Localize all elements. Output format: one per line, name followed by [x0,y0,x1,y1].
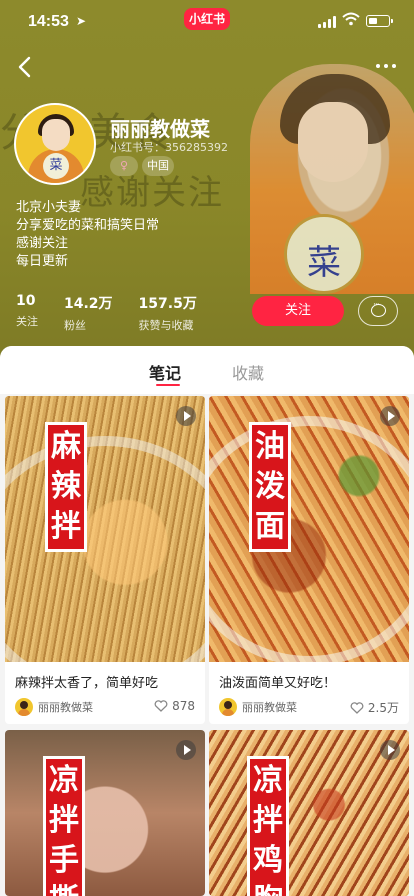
battery-icon [366,15,393,27]
female-icon: ♀ [110,156,138,176]
bio-line: 感谢关注 [16,236,69,251]
note-card[interactable]: 凉 拌 鸡 胸 [209,730,409,896]
cover-label: 凉 拌 手 撕 [43,756,85,896]
app-badge: 小红书 [184,8,230,30]
header-portrait-image: 菜 [250,64,414,294]
heart-icon [154,700,168,712]
cover-label-char: 手 [49,843,79,878]
cover-label-char: 鸡 [253,843,283,878]
stat-likes-collects[interactable]: 157.5万 获赞与收藏 [139,293,197,333]
profile-stats: 10 关注 14.2万 粉丝 157.5万 获赞与收藏 [16,293,197,333]
cover-label-char: 面 [255,509,285,544]
note-author[interactable]: 丽丽教做菜 [219,698,297,716]
note-author[interactable]: 丽丽教做菜 [15,698,93,716]
note-card[interactable]: 油 泼 面 油泼面简单又好吃！ 丽丽教做菜 2.5万 [209,396,409,724]
red-id: 小红书号：356285392 [110,141,228,154]
play-icon [176,740,196,760]
cover-label-char: 拌 [51,509,81,544]
heart-icon [350,701,364,714]
country-tag: 中国 [142,156,174,176]
follow-button[interactable]: 关注 [252,296,344,326]
cover-label-char: 凉 [253,763,283,798]
cover-label-char: 麻 [51,429,81,464]
bio-line: 北京小夫妻 [16,200,82,215]
profile-bio: 北京小夫妻 分享爱吃的菜和搞笑日常 感谢关注 每日更新 [16,199,159,271]
back-icon[interactable] [14,54,36,80]
cover-label-char: 辣 [51,469,81,504]
wifi-icon [342,12,360,26]
cover-label: 油 泼 面 [249,422,291,552]
author-name: 丽丽教做菜 [38,701,93,714]
like-count[interactable]: 878 [154,699,195,713]
cover-label: 凉 拌 鸡 胸 [247,756,289,896]
note-card[interactable]: 麻 辣 拌 麻辣拌太香了，简单好吃 丽丽教做菜 878 [5,396,205,724]
avatar[interactable]: 菜 [14,103,96,185]
cover-label-char: 胸 [250,881,286,896]
cover-label-char: 撕 [46,881,82,896]
tab-bar: 笔记 收藏 [0,346,414,394]
author-avatar [219,698,237,716]
cover-label-char: 泼 [255,469,285,504]
stat-followers[interactable]: 14.2万 粉丝 [64,293,113,333]
stat-following[interactable]: 10 关注 [16,293,38,333]
note-cover-image: 油 泼 面 [209,396,409,662]
bio-line: 分享爱吃的菜和搞笑日常 [16,218,160,233]
play-icon [380,406,400,426]
status-bar: 14:53 ➤ 小红书 [0,0,414,44]
cover-label-char: 拌 [49,803,79,838]
bio-line: 每日更新 [16,254,69,269]
note-cover-image: 凉 拌 鸡 胸 [209,730,409,896]
author-name: 丽丽教做菜 [242,701,297,714]
tab-indicator [156,384,180,386]
profile-name: 丽丽教做菜 [110,117,210,141]
play-icon [176,406,196,426]
status-time: 14:53 [28,13,69,30]
tab-notes[interactable]: 笔记 [149,360,181,384]
cover-label-char: 拌 [253,803,283,838]
tab-collections[interactable]: 收藏 [232,360,264,384]
signal-icon [318,16,338,28]
cover-label-char: 凉 [49,763,79,798]
chat-bubble-icon [371,300,386,317]
note-title: 麻辣拌太香了，简单好吃 [15,676,159,691]
note-cover-image: 凉 拌 手 撕 [5,730,205,896]
message-button[interactable] [358,296,398,326]
play-icon [380,740,400,760]
author-avatar [15,698,33,716]
more-icon[interactable] [372,58,400,74]
like-count[interactable]: 2.5万 [350,699,399,716]
note-cover-image: 麻 辣 拌 [5,396,205,662]
cover-label-char: 油 [255,429,285,464]
note-title: 油泼面简单又好吃！ [219,676,337,691]
note-card[interactable]: 凉 拌 手 撕 [5,730,205,896]
location-arrow-icon: ➤ [76,14,87,28]
cover-label: 麻 辣 拌 [45,422,87,552]
